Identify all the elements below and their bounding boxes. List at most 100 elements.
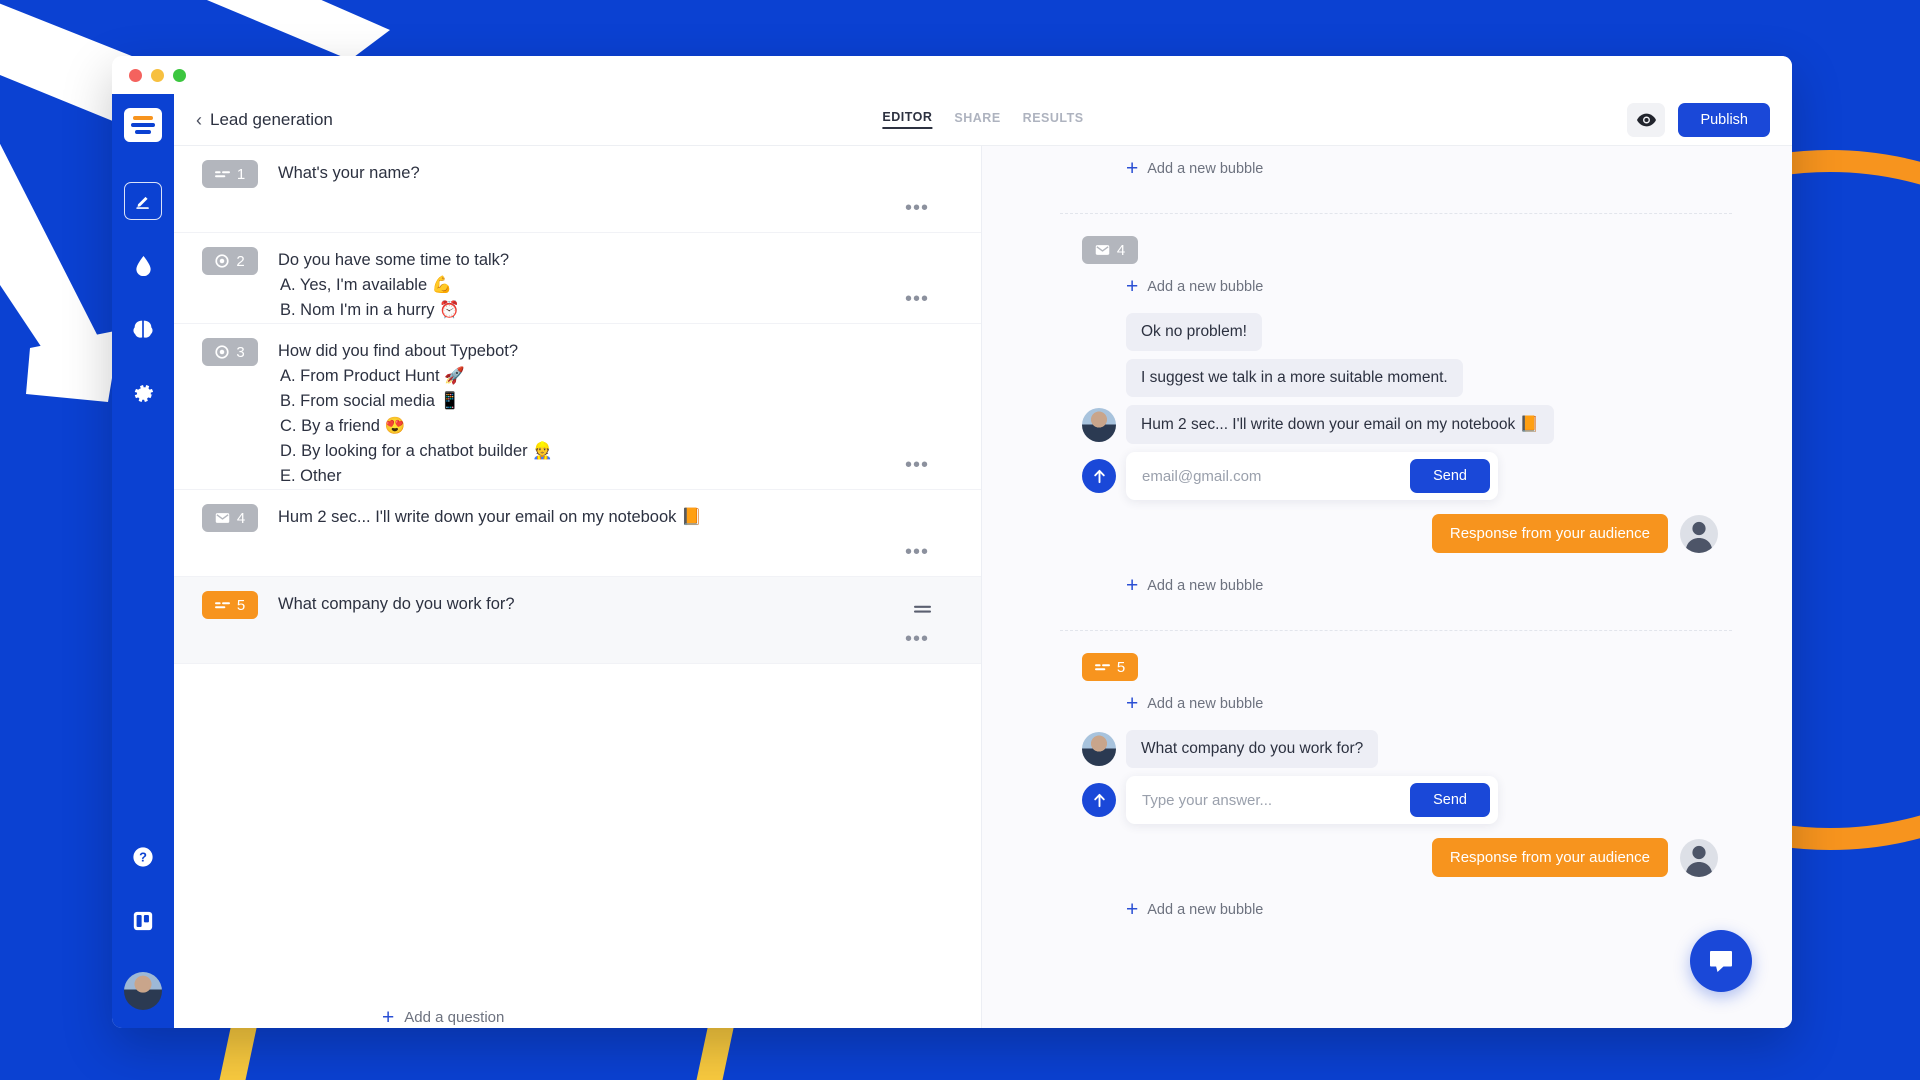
question-block[interactable]: 2 Do you have some time to talk? A. Yes,… [174, 233, 981, 325]
block-menu-button[interactable]: ••• [905, 289, 929, 309]
app-window: ? ‹ Lead generation EDITOR SHARE RESULTS… [112, 56, 1792, 1028]
block-title: What's your name? [278, 164, 420, 182]
logo-bar-blue [131, 123, 155, 127]
audience-response-bubble: Response from your audience [1431, 514, 1668, 553]
question-block[interactable]: 1 What's your name? ••• [174, 146, 981, 233]
input-arrow-icon [1082, 783, 1116, 817]
block-badge[interactable]: 5 [202, 591, 258, 620]
block-badge[interactable]: 2 [202, 247, 258, 275]
question-circle-icon: ? [133, 847, 153, 867]
add-bubble-button[interactable]: + Add a new bubble [1060, 887, 1732, 932]
chat-message-row: Hum 2 sec... I'll write down your email … [1060, 401, 1732, 448]
chat-fab-button[interactable] [1690, 930, 1752, 992]
block-title: Do you have some time to talk? [278, 251, 510, 269]
user-avatar[interactable] [124, 972, 162, 1010]
sidebar: ? [112, 94, 174, 1028]
block-title: Hum 2 sec... I'll write down your email … [278, 508, 702, 527]
chat-message-row: What company do you work for? [1060, 726, 1732, 772]
page-title: Lead generation [210, 109, 333, 129]
bot-avatar [1082, 732, 1116, 766]
add-bubble-label: Add a new bubble [1147, 901, 1264, 918]
tab-results[interactable]: RESULTS [1023, 111, 1084, 128]
plus-icon: + [1126, 574, 1139, 597]
group-badge[interactable]: 5 [1082, 653, 1138, 681]
group-number: 4 [1116, 241, 1126, 259]
block-badge[interactable]: 4 [202, 504, 258, 533]
radio-choice-icon [215, 345, 229, 359]
audience-avatar [1680, 838, 1718, 877]
answer-input[interactable]: Type your answer... Send [1126, 776, 1498, 824]
sidebar-item-board[interactable] [124, 902, 162, 940]
block-menu-button[interactable]: ••• [905, 629, 929, 649]
tab-bar: EDITOR SHARE RESULTS [882, 110, 1083, 129]
block-option: C. By a friend 😍 [280, 417, 406, 436]
block-number: 4 [236, 509, 246, 527]
block-badge[interactable]: 1 [202, 160, 258, 188]
publish-button[interactable]: Publish [1678, 102, 1770, 137]
tab-editor[interactable]: EDITOR [882, 110, 933, 129]
bot-message-bubble: What company do you work for? [1126, 730, 1379, 768]
preview-button[interactable] [1627, 102, 1666, 137]
add-bubble-button[interactable]: + Add a new bubble [1060, 681, 1732, 726]
question-block[interactable]: 4 Hum 2 sec... I'll write down your emai… [174, 490, 981, 578]
sidebar-item-integrations[interactable] [124, 310, 162, 348]
bot-message-bubble: Ok no problem! [1126, 313, 1262, 351]
tab-share[interactable]: SHARE [954, 111, 1000, 128]
drag-handle-icon[interactable] [914, 602, 931, 620]
droplet-icon [135, 255, 151, 276]
window-titlebar [112, 56, 1792, 94]
audience-response-row: Response from your audience [1060, 828, 1718, 887]
typebot-logo[interactable] [124, 108, 162, 142]
close-window-button[interactable] [129, 68, 142, 82]
block-menu-button[interactable]: ••• [905, 542, 929, 562]
text-input-icon [214, 171, 230, 178]
group-badge[interactable]: 4 [1082, 236, 1138, 264]
email-envelope-icon [215, 513, 230, 524]
add-question-button[interactable]: + Add a question [174, 985, 981, 1028]
send-button[interactable]: Send [1410, 783, 1490, 817]
plus-icon: + [382, 1006, 395, 1028]
send-button[interactable]: Send [1410, 459, 1490, 493]
chevron-left-icon: ‹ [196, 109, 202, 130]
answer-input-placeholder: email@gmail.com [1142, 467, 1262, 485]
preview-group: 4 + Add a new bubble Ok no problem! I su… [1060, 236, 1732, 608]
block-option: D. By looking for a chatbot builder 👷 [280, 442, 553, 461]
block-number: 1 [236, 165, 246, 183]
chat-message-row: Ok no problem! [1060, 309, 1732, 355]
logo-bar-blue-short [135, 130, 151, 134]
chat-input-row: Type your answer... Send [1060, 772, 1732, 828]
add-bubble-label: Add a new bubble [1147, 577, 1264, 594]
block-title: What company do you work for? [278, 595, 515, 614]
block-menu-button[interactable]: ••• [905, 198, 929, 218]
sidebar-item-settings[interactable] [124, 374, 162, 412]
maximize-window-button[interactable] [173, 68, 186, 82]
add-bubble-button[interactable]: + Add a new bubble [1060, 146, 1732, 191]
audience-response-row: Response from your audience [1060, 504, 1718, 563]
sidebar-item-theme[interactable] [124, 246, 162, 284]
chat-message-row: I suggest we talk in a more suitable mom… [1060, 355, 1732, 401]
block-badge[interactable]: 3 [202, 338, 258, 367]
question-block[interactable]: 3 How did you find about Typebot? A. Fro… [174, 324, 981, 491]
add-bubble-label: Add a new bubble [1147, 695, 1264, 712]
radio-choice-icon [215, 254, 229, 268]
add-bubble-label: Add a new bubble [1147, 278, 1264, 295]
person-silhouette-icon [1685, 521, 1713, 553]
email-envelope-icon [1095, 245, 1110, 255]
block-menu-button[interactable]: ••• [905, 455, 929, 475]
minimize-window-button[interactable] [151, 68, 164, 82]
add-bubble-button[interactable]: + Add a new bubble [1060, 264, 1732, 309]
logo-bar-orange [133, 116, 153, 120]
add-question-label: Add a question [404, 1009, 505, 1026]
block-option: B. Nom I'm in a hurry ⏰ [280, 301, 460, 319]
editor-pane: 1 What's your name? ••• 2 Do you have so… [174, 146, 982, 1028]
breadcrumb-back[interactable]: ‹ Lead generation [196, 110, 333, 130]
chat-bubble-icon [1710, 951, 1732, 972]
answer-input[interactable]: email@gmail.com Send [1126, 452, 1498, 500]
question-block-selected[interactable]: 5 What company do you work for? ••• [174, 577, 981, 665]
person-silhouette-icon [1685, 845, 1713, 877]
sidebar-item-editor[interactable] [124, 182, 162, 220]
sidebar-item-help[interactable]: ? [124, 838, 162, 876]
add-bubble-button[interactable]: + Add a new bubble [1060, 563, 1732, 608]
block-number: 2 [236, 252, 245, 270]
top-toolbar: ‹ Lead generation EDITOR SHARE RESULTS P… [174, 94, 1792, 146]
